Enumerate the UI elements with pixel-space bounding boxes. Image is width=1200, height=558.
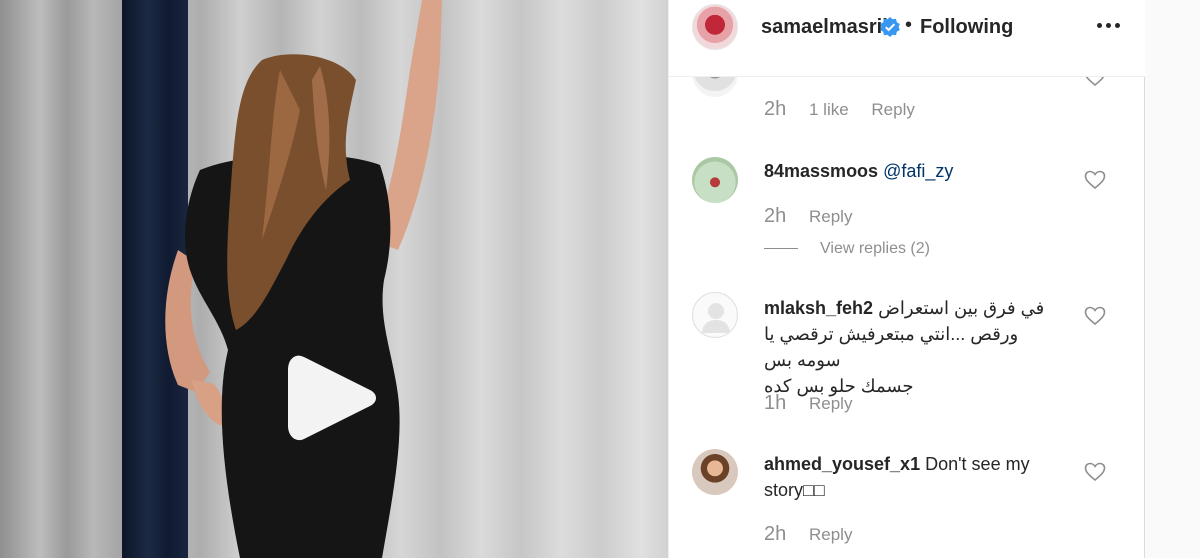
view-replies-button[interactable]: View replies (2) (764, 240, 930, 258)
reply-button[interactable]: Reply (809, 394, 852, 413)
verified-badge-icon (880, 17, 900, 37)
comment-meta: 2h 1 like Reply (764, 98, 915, 121)
like-heart-icon[interactable] (1084, 306, 1106, 326)
comment-meta: 2h Reply (764, 523, 852, 546)
separator-dot: • (905, 14, 913, 36)
comment-avatar[interactable] (692, 157, 738, 203)
author-avatar[interactable] (692, 4, 738, 50)
comment-time: 2h (764, 98, 787, 120)
post-side-panel: samaelmasrii • Following 2h 1 like Reply (668, 0, 1145, 558)
comment-text: mlaksh_feh2 في فرق بين استعراض ورقص ...ا… (764, 295, 1064, 399)
comment-username[interactable]: ahmed_yousef_x1 (764, 454, 920, 474)
more-options-icon[interactable] (1097, 23, 1121, 31)
comment-avatar[interactable] (692, 449, 738, 495)
comment-text: 84massmoos @fafi_zy (764, 158, 1064, 184)
comment-username[interactable]: 84massmoos (764, 161, 878, 181)
author-username[interactable]: samaelmasrii (761, 16, 888, 39)
replies-divider (764, 248, 798, 250)
like-heart-icon[interactable] (1084, 462, 1106, 482)
comment-body-line1: في فرق بين استعراض (878, 298, 1045, 318)
reply-button[interactable]: Reply (871, 100, 914, 119)
default-avatar-icon (702, 303, 730, 333)
comment-meta: 1h Reply (764, 392, 852, 415)
comment-likes[interactable]: 1 like (809, 100, 849, 119)
like-heart-icon[interactable] (1084, 77, 1106, 87)
comment-body: Don't see my (925, 454, 1030, 474)
following-button[interactable]: Following (920, 16, 1013, 39)
play-icon[interactable] (286, 352, 378, 444)
page-background (1144, 0, 1200, 558)
comment-avatar[interactable] (692, 292, 738, 338)
comment-body-line2: story□□ (764, 480, 825, 500)
comment-meta: 2h Reply (764, 205, 852, 228)
comment-mention[interactable]: @fafi_zy (883, 161, 953, 181)
comment-time: 2h (764, 205, 787, 227)
comment-time: 2h (764, 523, 787, 545)
like-heart-icon[interactable] (1084, 170, 1106, 190)
reply-button[interactable]: Reply (809, 525, 852, 544)
reply-button[interactable]: Reply (809, 207, 852, 226)
view-replies-label: View replies (2) (820, 240, 930, 257)
post-header: samaelmasrii • Following (669, 0, 1145, 77)
comment-body-line2: ورقص ...انتي مبتعرفيش ترقصي يا سومه بس (764, 324, 1019, 370)
comment-username[interactable]: mlaksh_feh2 (764, 298, 873, 318)
comments-list: 2h 1 like Reply 84massmoos @fafi_zy 2h R… (669, 77, 1145, 558)
comment-avatar[interactable] (692, 77, 738, 97)
comment-time: 1h (764, 392, 787, 414)
comment-text: ahmed_yousef_x1 Don't see my story□□ (764, 451, 1074, 503)
video-player[interactable] (0, 0, 668, 558)
video-frame-figure (165, 0, 442, 558)
